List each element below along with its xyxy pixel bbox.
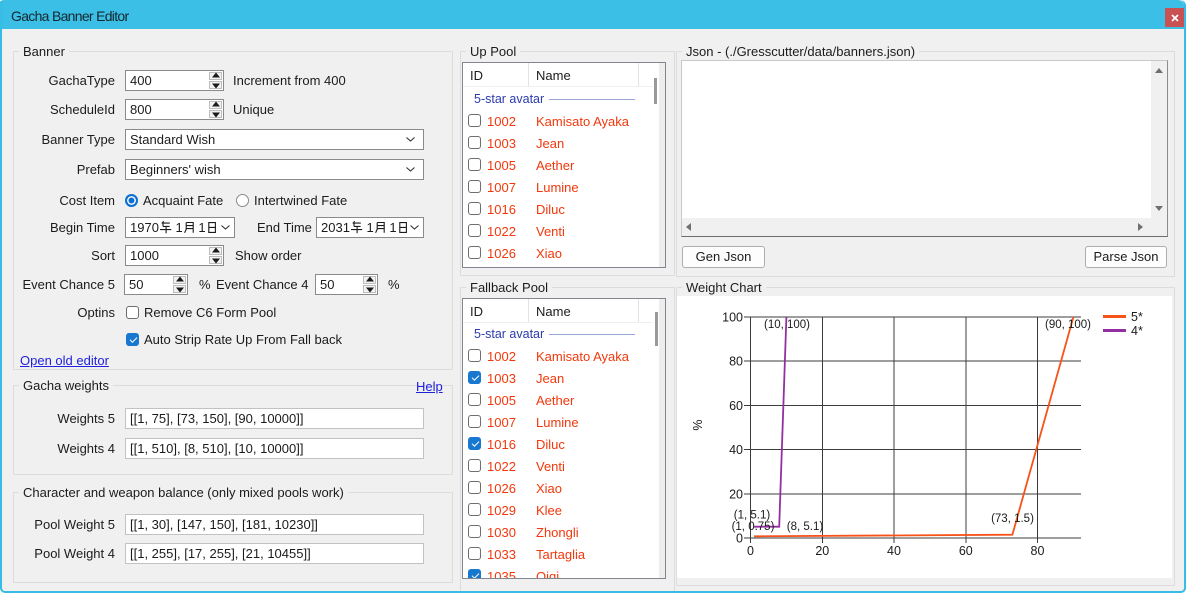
svg-text:(90, 100): (90, 100): [1045, 319, 1091, 331]
svg-text:(73, 1.5): (73, 1.5): [991, 513, 1034, 525]
svg-text:0: 0: [736, 532, 743, 546]
svg-text:(10, 100): (10, 100): [764, 319, 810, 331]
svg-text:80: 80: [1031, 544, 1045, 558]
svg-text:(1, 5.1): (1, 5.1): [734, 510, 771, 522]
svg-text:80: 80: [729, 355, 743, 369]
svg-text:40: 40: [887, 544, 901, 558]
svg-text:5*: 5*: [1131, 310, 1143, 324]
svg-text:0: 0: [747, 544, 754, 558]
svg-text:%: %: [691, 419, 705, 430]
svg-text:(8, 5.1): (8, 5.1): [787, 521, 824, 533]
svg-text:20: 20: [729, 487, 743, 501]
svg-text:100: 100: [722, 311, 743, 325]
svg-text:60: 60: [729, 399, 743, 413]
svg-text:(1, 0.75): (1, 0.75): [732, 521, 775, 533]
svg-text:40: 40: [729, 443, 743, 457]
svg-text:4*: 4*: [1131, 324, 1143, 338]
svg-text:20: 20: [815, 544, 829, 558]
svg-text:60: 60: [959, 544, 973, 558]
